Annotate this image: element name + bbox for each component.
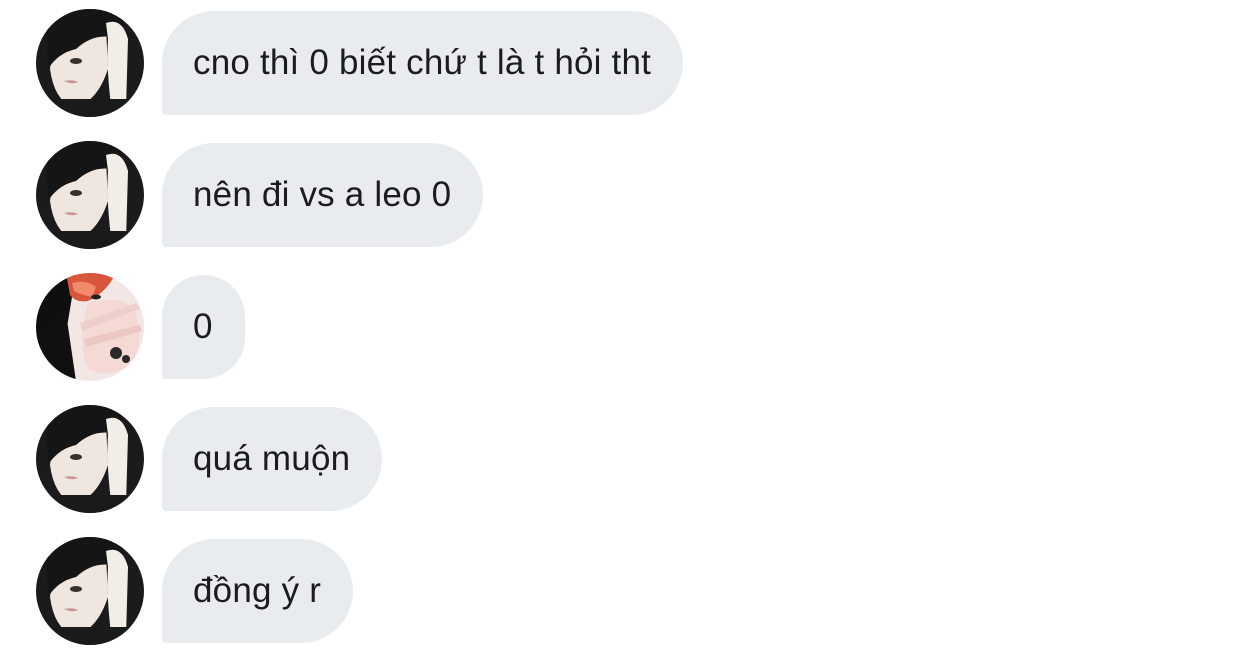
avatar[interactable] <box>36 141 144 249</box>
message-row: 0 <box>36 273 245 381</box>
message-row: nên đi vs a leo 0 <box>36 141 484 249</box>
chat-thread: cno thì 0 biết chứ t là t hỏi tht nên đi… <box>0 0 1242 663</box>
message-text: quá muộn <box>193 439 351 478</box>
message-text: đồng ý r <box>193 571 322 610</box>
avatar[interactable] <box>36 273 144 381</box>
avatar[interactable] <box>36 9 144 117</box>
message-row: cno thì 0 biết chứ t là t hỏi tht <box>36 9 684 117</box>
message-bubble[interactable]: cno thì 0 biết chứ t là t hỏi tht <box>162 11 684 115</box>
message-text: nên đi vs a leo 0 <box>193 175 452 214</box>
avatar[interactable] <box>36 537 144 645</box>
message-row: quá muộn <box>36 405 383 513</box>
message-bubble[interactable]: 0 <box>162 275 245 379</box>
message-text: 0 <box>193 307 213 346</box>
message-text: cno thì 0 biết chứ t là t hỏi tht <box>193 43 652 82</box>
message-bubble[interactable]: quá muộn <box>162 407 383 511</box>
message-bubble[interactable]: đồng ý r <box>162 539 354 643</box>
avatar[interactable] <box>36 405 144 513</box>
message-bubble[interactable]: nên đi vs a leo 0 <box>162 143 484 247</box>
message-row: đồng ý r <box>36 537 354 645</box>
